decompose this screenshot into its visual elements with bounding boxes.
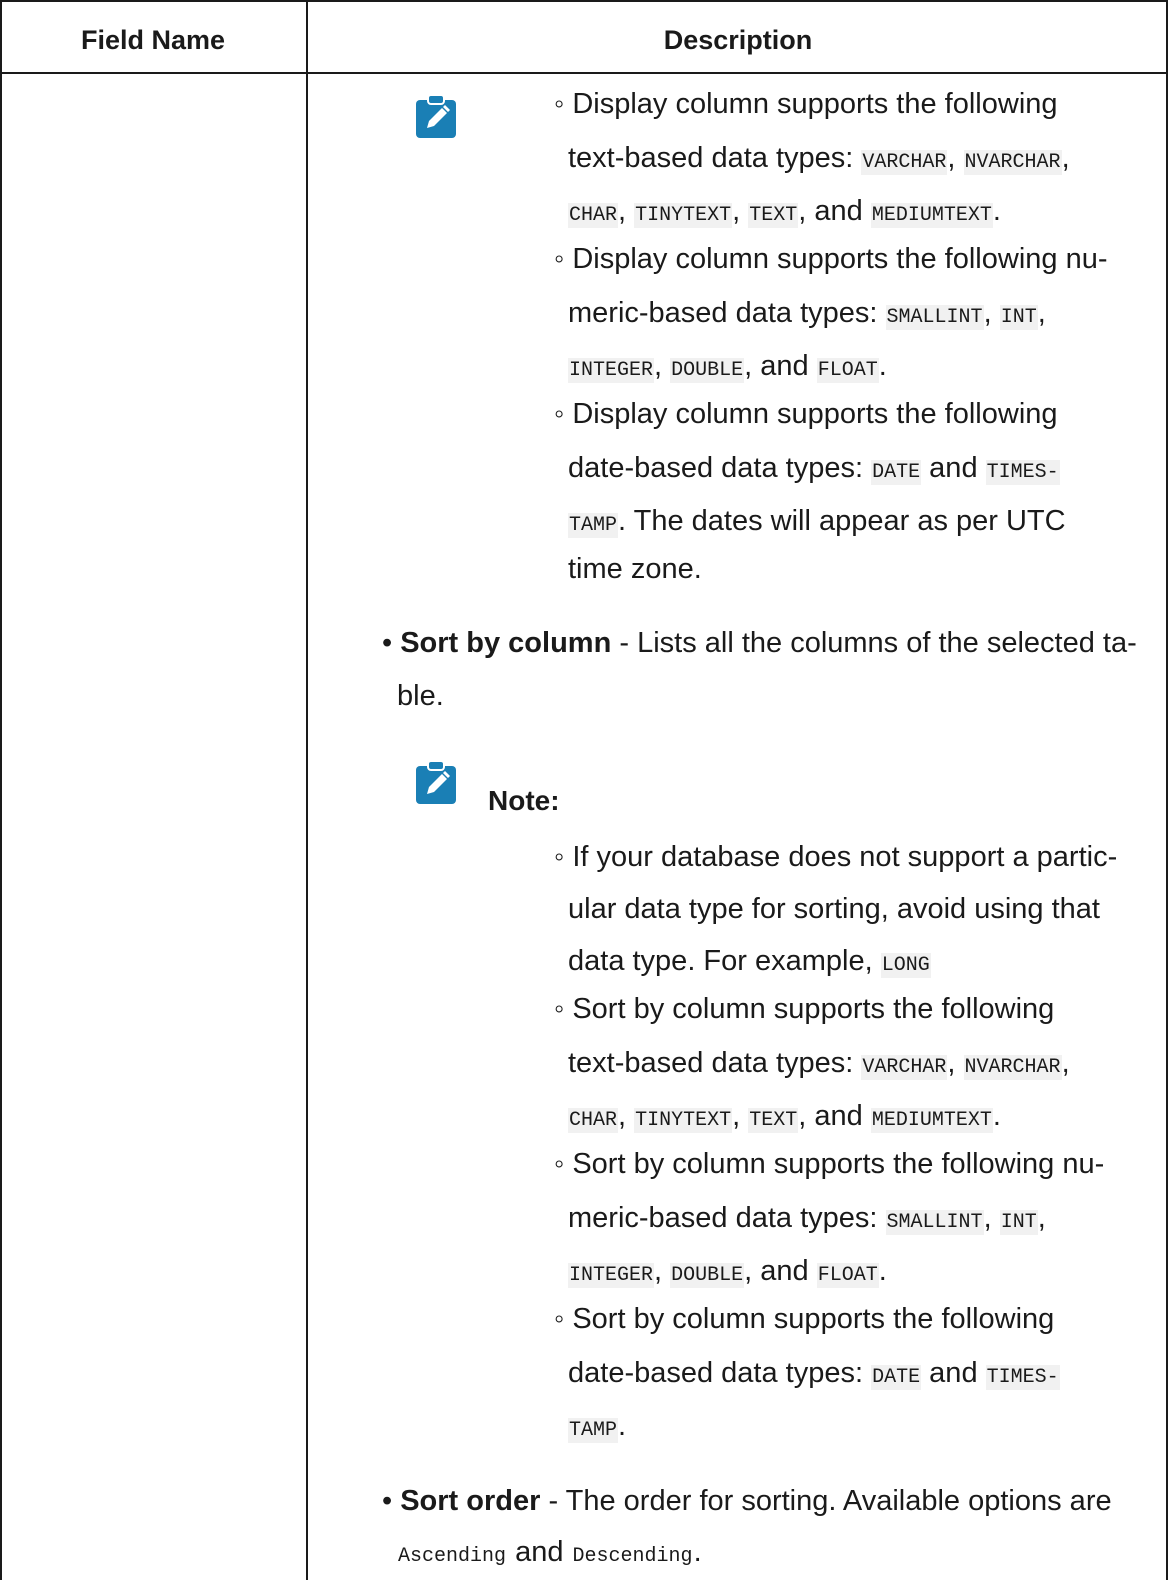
- sort-col-date-line3: TAMP.: [568, 1410, 627, 1443]
- sort-col-date-line2: date-based data types: DATE and TIMES-: [568, 1357, 1060, 1390]
- note-line2: ular data type for sorting, avoid using …: [568, 893, 1100, 925]
- sort-by-column-continuation: ble.: [397, 680, 444, 712]
- table-frame: [0, 0, 1168, 1580]
- table-column-divider: [306, 0, 308, 1580]
- sort-col-text-line1: ◦ Sort by column supports the following: [554, 993, 1055, 1025]
- sort-order-options: Ascending and Descending.: [398, 1536, 702, 1568]
- display-col-date-line4: time zone.: [568, 553, 702, 585]
- sort-col-text-line2: text-based data types: VARCHAR, NVARCHAR…: [568, 1047, 1070, 1080]
- display-col-date-line3: TAMP. The dates will appear as per UTC: [568, 505, 1066, 538]
- sort-col-date-line1: ◦ Sort by column supports the following: [554, 1303, 1055, 1335]
- display-col-text-line3: CHAR, TINYTEXT, TEXT, and MEDIUMTEXT.: [568, 195, 1001, 228]
- display-col-text-line1: ◦ Display column supports the following: [554, 88, 1058, 120]
- display-col-text-line2: text-based data types: VARCHAR, NVARCHAR…: [568, 142, 1070, 175]
- sort-col-numeric-line3: INTEGER, DOUBLE, and FLOAT.: [568, 1255, 887, 1288]
- sort-col-numeric-line2: meric-based data types: SMALLINT, INT,: [568, 1202, 1046, 1235]
- note-label: Note:: [488, 785, 560, 816]
- note-line1: ◦ If your database does not support a pa…: [554, 841, 1118, 873]
- header-field-name: Field Name: [80, 25, 226, 55]
- display-col-numeric-line3: INTEGER, DOUBLE, and FLOAT.: [568, 350, 887, 383]
- pencil-clipboard-icon: [416, 760, 456, 804]
- note-line3: data type. For example, LONG: [568, 945, 931, 978]
- display-col-date-line1: ◦ Display column supports the following: [554, 398, 1058, 430]
- pencil-clipboard-icon: [416, 94, 456, 138]
- display-col-date-line2: date-based data types: DATE and TIMES-: [568, 452, 1060, 485]
- sort-col-text-line3: CHAR, TINYTEXT, TEXT, and MEDIUMTEXT.: [568, 1100, 1001, 1133]
- sort-col-numeric-line1: ◦ Sort by column supports the following …: [554, 1148, 1105, 1180]
- display-col-numeric-line1: ◦ Display column supports the following …: [554, 243, 1108, 275]
- display-col-numeric-line2: meric-based data types: SMALLINT, INT,: [568, 297, 1046, 330]
- sort-by-column-item: • Sort by column - Lists all the columns…: [382, 627, 1137, 659]
- header-description: Description: [663, 25, 813, 55]
- sort-order-item: • Sort order - The order for sorting. Av…: [382, 1485, 1112, 1517]
